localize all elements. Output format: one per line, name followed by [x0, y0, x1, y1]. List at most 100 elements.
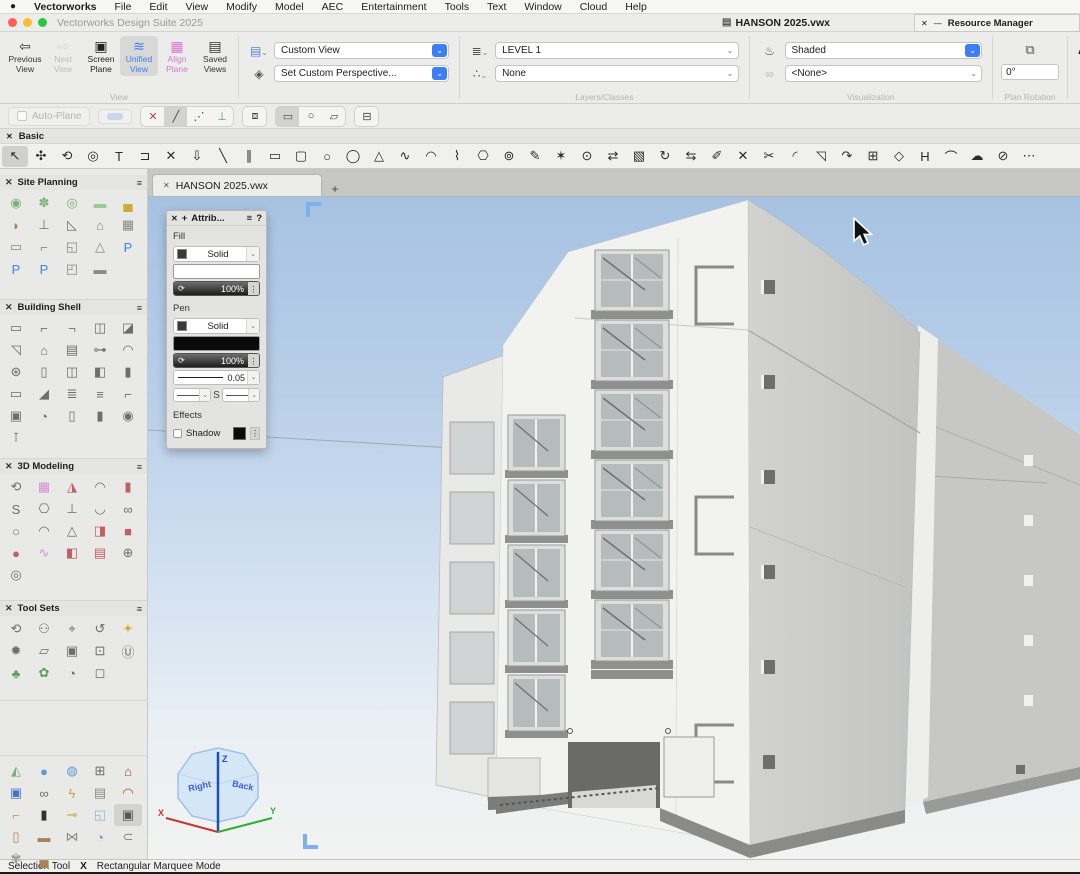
- menu-item[interactable]: Tools: [445, 1, 470, 13]
- shelf-icon[interactable]: ▬: [30, 826, 58, 848]
- plan-rotation-icon[interactable]: ⧉: [1020, 42, 1040, 58]
- rotate-tool[interactable]: ↻: [652, 146, 678, 167]
- hamburger-icon[interactable]: ≡: [137, 178, 142, 188]
- close-icon[interactable]: ✕: [171, 214, 178, 223]
- solid-section-icon[interactable]: ◧: [58, 542, 86, 564]
- locus-tool[interactable]: ✕: [158, 146, 184, 167]
- gear-cluster-icon[interactable]: ✾: [2, 848, 30, 870]
- dots-menu-icon[interactable]: ⋮: [250, 427, 260, 440]
- menu-item[interactable]: File: [115, 1, 132, 13]
- classes-icon[interactable]: ∴⌄: [470, 67, 490, 81]
- wall-icon[interactable]: ▭: [2, 317, 30, 339]
- hamburger-icon[interactable]: ≡: [137, 604, 142, 614]
- box-icon[interactable]: ■: [114, 520, 142, 542]
- massing-buildings-icon[interactable]: ⌂: [86, 214, 114, 236]
- select-similar-tool[interactable]: ⊙: [574, 146, 600, 167]
- saved-views-button[interactable]: ▤ Saved Views: [196, 36, 234, 76]
- new-tab-button[interactable]: +: [322, 182, 348, 196]
- line-weight-select[interactable]: 0.05 ⌄: [173, 370, 260, 385]
- unified-view-button[interactable]: ≋ Unified View: [120, 36, 158, 76]
- terrain-mound-icon[interactable]: ◗: [2, 214, 30, 236]
- monitor-icon[interactable]: ▣: [2, 782, 30, 804]
- line-start-marker-select[interactable]: ⌄: [173, 388, 211, 402]
- door-icon[interactable]: ◧: [86, 361, 114, 383]
- landscape-tool-icon[interactable]: ✿: [30, 662, 58, 684]
- selection-tool[interactable]: ↖: [2, 146, 28, 167]
- snap-loupe-icon[interactable]: ⧈: [242, 106, 267, 127]
- controller-icon[interactable]: ∞: [30, 782, 58, 804]
- corner-icon[interactable]: ⌐: [114, 383, 142, 405]
- roof-icon[interactable]: ⌂: [30, 339, 58, 361]
- wall-join2-icon[interactable]: ¬: [58, 317, 86, 339]
- close-icon[interactable]: ✕: [921, 19, 928, 28]
- delete-tool[interactable]: ✕: [730, 146, 756, 167]
- move-by-points-tool[interactable]: ⇄: [600, 146, 626, 167]
- wall-end-cap-icon[interactable]: ◫: [86, 317, 114, 339]
- mirror-tool[interactable]: ⇆: [678, 146, 704, 167]
- globe-icon[interactable]: ◍: [58, 760, 86, 782]
- apple-menu-icon[interactable]: ●: [10, 1, 16, 12]
- roof-face-icon[interactable]: ◹: [2, 339, 30, 361]
- lasso-marquee-icon[interactable]: ○: [299, 107, 322, 126]
- spotlight-tool-icon[interactable]: ◔: [58, 662, 86, 684]
- pen-opacity-slider[interactable]: ⟳ 100% ⋮: [173, 353, 260, 368]
- more-tools[interactable]: ⋯: [1016, 146, 1042, 167]
- push-pull-icon[interactable]: ⊕: [114, 542, 142, 564]
- plus-icon[interactable]: +: [182, 213, 188, 224]
- marker-link-icon[interactable]: S: [213, 390, 220, 401]
- polyline-tool[interactable]: ⌇: [444, 146, 470, 167]
- tamper-icon[interactable]: ⊥: [30, 214, 58, 236]
- drawing-canvas[interactable]: ✕ + Attrib... ≡ ? Fill Solid ⌄: [148, 197, 1080, 859]
- next-view-button[interactable]: ⇨ Next View: [44, 36, 82, 76]
- rectangle-tool[interactable]: ▭: [262, 146, 288, 167]
- render-mode-icon[interactable]: ♨: [760, 44, 780, 58]
- eyedropper-tool[interactable]: ✎: [522, 146, 548, 167]
- working-plane-icon[interactable]: ▦: [30, 476, 58, 498]
- round-column-icon[interactable]: ⊺: [2, 427, 30, 449]
- cone-icon[interactable]: △: [58, 520, 86, 542]
- planar-toggle[interactable]: [98, 109, 132, 124]
- paintbrush-tool[interactable]: ✐: [704, 146, 730, 167]
- viewport-icon[interactable]: ⊡: [86, 640, 114, 662]
- pen-color-bar[interactable]: [173, 336, 260, 351]
- massing-model-icon[interactable]: ◰: [58, 258, 86, 280]
- rounded-rectangle-tool[interactable]: ▢: [288, 146, 314, 167]
- double-door-icon[interactable]: ◫: [58, 361, 86, 383]
- water-drop-icon[interactable]: ●: [30, 760, 58, 782]
- window-narrow-icon[interactable]: ▮: [114, 361, 142, 383]
- deform-icon[interactable]: S: [2, 498, 30, 520]
- awning-icon[interactable]: ◠: [114, 782, 142, 804]
- render-mode-select[interactable]: Shaded ⌄: [785, 42, 983, 59]
- landscape-area-icon[interactable]: ◱: [58, 236, 86, 258]
- shadow-color-swatch[interactable]: [233, 427, 246, 440]
- nurbs-surface-icon[interactable]: ∿: [30, 542, 58, 564]
- clip-tool[interactable]: ⊘: [990, 146, 1016, 167]
- triangle-tool[interactable]: △: [366, 146, 392, 167]
- offset-tool[interactable]: ⊞: [860, 146, 886, 167]
- hamburger-icon[interactable]: ≡: [137, 303, 142, 313]
- menu-item[interactable]: View: [186, 1, 209, 13]
- oval-tool[interactable]: ◯: [340, 146, 366, 167]
- callout-tool[interactable]: ⊐: [132, 146, 158, 167]
- hedge-icon[interactable]: ▬: [86, 192, 114, 214]
- hamburger-icon[interactable]: ≡: [137, 462, 142, 472]
- hemisphere-icon[interactable]: ◠: [30, 520, 58, 542]
- close-icon[interactable]: ✕: [6, 132, 13, 141]
- close-icon[interactable]: ✕: [5, 461, 13, 472]
- terrain-green-icon[interactable]: ◭: [2, 760, 30, 782]
- window-icon[interactable]: ▯: [30, 361, 58, 383]
- cloud-tool[interactable]: ☁: [964, 146, 990, 167]
- menu-item[interactable]: Entertainment: [361, 1, 426, 13]
- menu-item[interactable]: Text: [487, 1, 506, 13]
- extend-tool[interactable]: ↷: [834, 146, 860, 167]
- wall-feature-icon[interactable]: ⊛: [2, 361, 30, 383]
- pump-icon[interactable]: ◔: [86, 826, 114, 848]
- survey-icon[interactable]: ◺: [58, 214, 86, 236]
- flyover-3d-icon[interactable]: ⟲: [2, 476, 30, 498]
- auto-plane-checkbox[interactable]: [17, 111, 27, 121]
- site-model-icon[interactable]: ◉: [2, 192, 30, 214]
- bench-icon[interactable]: ▄: [114, 192, 142, 214]
- ramp-icon[interactable]: ◢: [30, 383, 58, 405]
- layers-icon[interactable]: ≣⌄: [470, 44, 490, 58]
- tray-icon[interactable]: ▄: [30, 848, 58, 870]
